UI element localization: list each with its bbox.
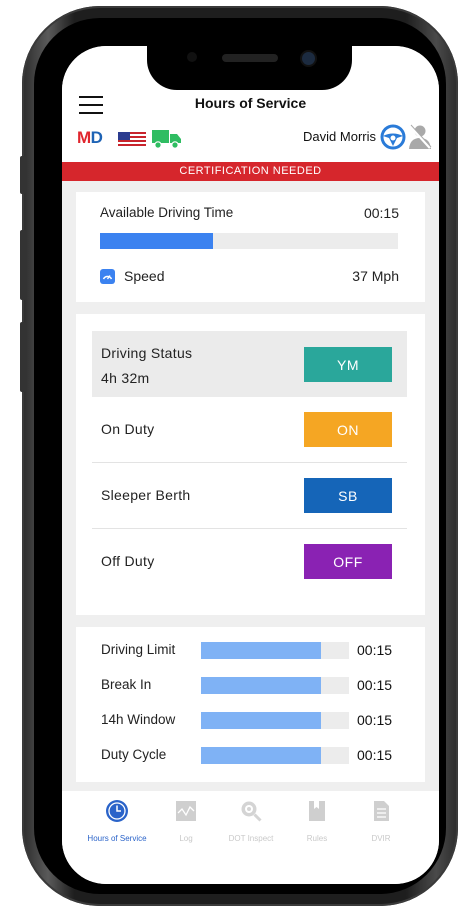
status-button-ym[interactable]: YM bbox=[304, 347, 392, 382]
certification-banner[interactable]: CERTIFICATION NEEDED bbox=[62, 162, 439, 181]
status-button-on[interactable]: ON bbox=[304, 412, 392, 447]
log-chart-icon bbox=[176, 801, 196, 821]
available-driving-card: Available Driving Time 00:15 Speed 37 Mp… bbox=[76, 192, 425, 302]
volume-down-button bbox=[20, 322, 26, 392]
nav-hours-of-service[interactable]: Hours of Service bbox=[82, 799, 152, 843]
nav-label: Rules bbox=[306, 834, 328, 843]
limit-row-14h-window: 14h Window 00:15 bbox=[76, 709, 425, 733]
available-driving-label: Available Driving Time bbox=[100, 205, 234, 220]
limits-card: Driving Limit 00:15 Break In 00:15 14h W… bbox=[76, 627, 425, 782]
camera-icon bbox=[302, 52, 315, 65]
nav-label: Hours of Service bbox=[87, 834, 147, 843]
status-row-off-duty[interactable]: Off Duty OFF bbox=[92, 529, 407, 593]
available-driving-value: 00:15 bbox=[363, 205, 399, 221]
steering-wheel-icon[interactable] bbox=[380, 124, 406, 150]
limit-progress bbox=[201, 642, 349, 659]
limit-progress bbox=[201, 712, 349, 729]
status-row-driving[interactable]: Driving Status 4h 32m YM bbox=[92, 331, 407, 397]
status-button-sb[interactable]: SB bbox=[304, 478, 392, 513]
nav-rules[interactable]: Rules bbox=[282, 799, 352, 843]
status-row-on-duty[interactable]: On Duty ON bbox=[92, 397, 407, 461]
bottom-navigation: Hours of Service Log DOT Inspect Rules D… bbox=[62, 791, 439, 884]
truck-icon bbox=[152, 130, 181, 149]
status-name: Off Duty bbox=[101, 553, 155, 569]
duty-status-card: Driving Status 4h 32m YM On Duty ON Slee… bbox=[76, 314, 425, 615]
limit-name: Driving Limit bbox=[101, 642, 176, 657]
app-screen: Hours of Service MD David Morris CERTIFI… bbox=[62, 46, 439, 884]
limit-name: Break In bbox=[101, 677, 152, 692]
limit-progress bbox=[201, 747, 349, 764]
status-button-off[interactable]: OFF bbox=[304, 544, 392, 579]
inspect-magnifier-icon bbox=[241, 801, 262, 822]
status-name: Sleeper Berth bbox=[101, 487, 191, 503]
dvir-document-icon bbox=[374, 801, 389, 821]
speaker-grille bbox=[222, 54, 278, 62]
limit-value: 00:15 bbox=[357, 747, 393, 763]
available-driving-progress bbox=[100, 233, 398, 249]
nav-log[interactable]: Log bbox=[151, 799, 221, 843]
limit-row-driving: Driving Limit 00:15 bbox=[76, 639, 425, 663]
phone-notch bbox=[147, 28, 352, 90]
speed-value: 37 Mph bbox=[352, 268, 399, 284]
rules-book-icon bbox=[309, 801, 325, 821]
clock-icon bbox=[106, 800, 128, 822]
status-row-sleeper-berth[interactable]: Sleeper Berth SB bbox=[92, 463, 407, 527]
limit-value: 00:15 bbox=[357, 712, 393, 728]
nav-dvir[interactable]: DVIR bbox=[346, 799, 416, 843]
limit-row-duty-cycle: Duty Cycle 00:15 bbox=[76, 744, 425, 768]
limit-row-break: Break In 00:15 bbox=[76, 674, 425, 698]
nav-dot-inspect[interactable]: DOT Inspect bbox=[216, 799, 286, 843]
limit-name: Duty Cycle bbox=[101, 747, 167, 762]
nav-label: Log bbox=[179, 834, 193, 843]
sensor-icon bbox=[187, 52, 197, 62]
page-title: Hours of Service bbox=[194, 95, 307, 111]
mute-switch bbox=[20, 156, 26, 194]
speed-label: Speed bbox=[124, 268, 165, 284]
driver-name: David Morris bbox=[303, 129, 376, 144]
co-driver-avatar-icon[interactable] bbox=[408, 124, 432, 150]
nav-label: DVIR bbox=[371, 834, 391, 843]
nav-label: DOT Inspect bbox=[228, 834, 274, 843]
us-flag-icon bbox=[118, 132, 146, 148]
status-name: Driving Status bbox=[101, 345, 193, 361]
limit-name: 14h Window bbox=[101, 712, 176, 727]
md-logo: MD bbox=[77, 128, 103, 147]
limit-progress bbox=[201, 677, 349, 694]
limit-value: 00:15 bbox=[357, 677, 393, 693]
volume-up-button bbox=[20, 230, 26, 300]
limit-value: 00:15 bbox=[357, 642, 393, 658]
speedometer-icon bbox=[100, 269, 115, 284]
driving-duration: 4h 32m bbox=[101, 370, 150, 386]
status-name: On Duty bbox=[101, 421, 155, 437]
